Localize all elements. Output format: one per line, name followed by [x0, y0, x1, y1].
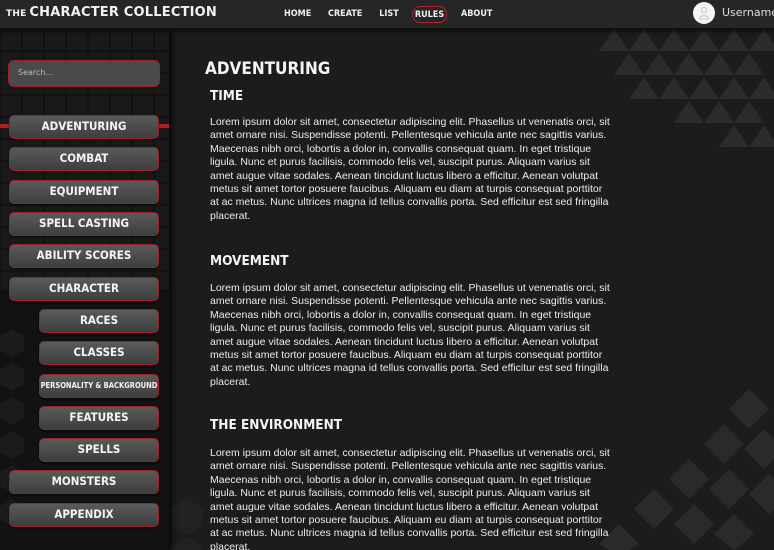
main-nav: HOME CREATE LIST RULES ABOUT — [0, 6, 774, 23]
section-heading-movement: MOVEMENT — [210, 253, 289, 269]
section-body-movement: Lorem ipsum dolor sit amet, consectetur … — [210, 282, 610, 388]
section-heading-environment: THE ENVIRONMENT — [210, 417, 343, 433]
sidebar-item-ability-scores[interactable]: ABILITY SCORES — [9, 244, 159, 268]
nav-rules[interactable]: RULES — [412, 6, 447, 23]
search-input[interactable]: Search... — [8, 60, 160, 87]
nav-about[interactable]: ABOUT — [461, 6, 492, 23]
top-navbar: THE CHARACTER COLLECTION HOME CREATE LIST… — [0, 0, 774, 29]
user-icon — [698, 6, 710, 20]
username-label[interactable]: Username — [722, 6, 774, 19]
sidebar-item-classes[interactable]: CLASSES — [39, 341, 159, 365]
sidebar-item-features[interactable]: FEATURES — [39, 406, 159, 430]
section-body-environment: Lorem ipsum dolor sit amet, consectetur … — [210, 447, 610, 550]
sidebar-item-adventuring[interactable]: ADVENTURING — [9, 115, 159, 139]
section-body-time: Lorem ipsum dolor sit amet, consectetur … — [210, 116, 610, 222]
sidebar-item-spells[interactable]: SPELLS — [39, 438, 159, 462]
sidebar-item-combat[interactable]: COMBAT — [9, 147, 159, 171]
sidebar-item-appendix[interactable]: APPENDIX — [9, 503, 159, 527]
sidebar-item-character[interactable]: CHARACTER — [9, 277, 159, 301]
sidebar-item-races[interactable]: RACES — [39, 309, 159, 333]
sidebar-item-personality-background[interactable]: PERSONALITY & BACKGROUND — [39, 374, 159, 398]
page-title: ADVENTURING — [205, 59, 331, 79]
sidebar-item-equipment[interactable]: EQUIPMENT — [9, 180, 159, 204]
nav-home[interactable]: HOME — [284, 6, 311, 23]
nav-list[interactable]: LIST — [378, 6, 400, 23]
sidebar: Search... ADVENTURING COMBAT EQUIPMENT S… — [0, 29, 169, 550]
section-heading-time: TIME — [210, 88, 244, 104]
sidebar-item-monsters[interactable]: MONSTERS — [9, 470, 159, 494]
user-avatar[interactable] — [693, 2, 715, 24]
sidebar-item-spell-casting[interactable]: SPELL CASTING — [9, 212, 159, 236]
nav-create[interactable]: CREATE — [328, 6, 362, 23]
